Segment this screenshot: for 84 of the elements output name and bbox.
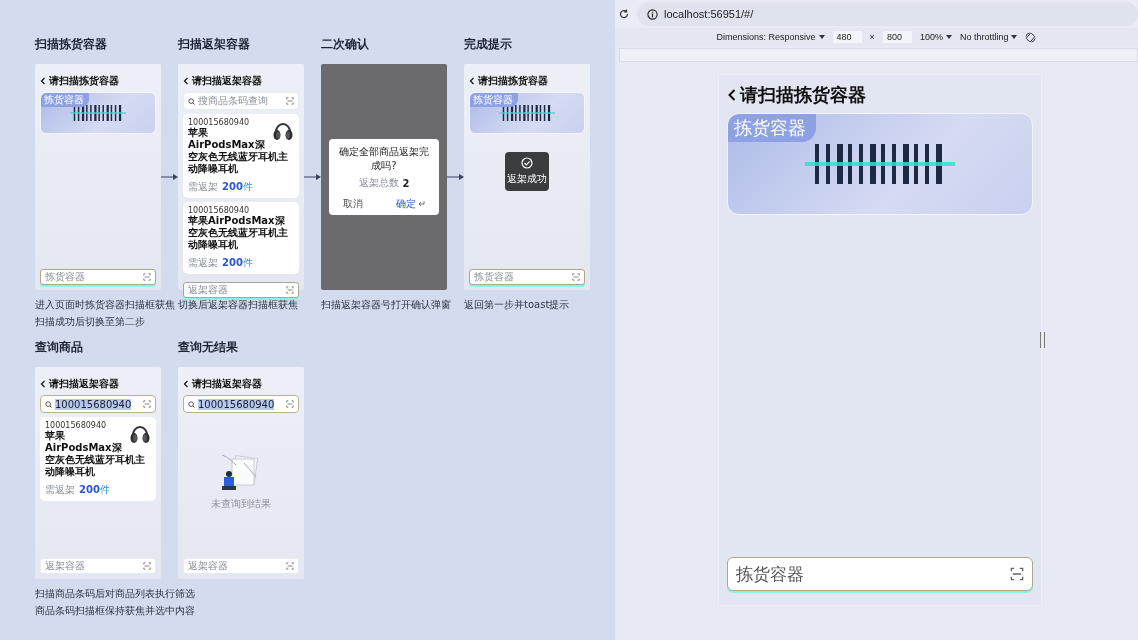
product-card[interactable]: 100015680940 苹果AirPodsMax深空灰色无线蓝牙耳机主动降噪耳机 需返架 200件 (183, 202, 299, 274)
empty-message: 未查询到结果 (211, 497, 271, 511)
back-icon[interactable] (183, 77, 189, 85)
container-input-field[interactable]: 拣货容器 (469, 269, 585, 285)
count-label: 返架总数 (358, 176, 399, 190)
product-code: 100015680940 (188, 118, 251, 127)
product-card[interactable]: 100015680940 苹果AirPodsMax深空灰色无线蓝牙耳机主动降噪耳机 需返架 200件 (40, 417, 156, 501)
rotate-icon[interactable] (1025, 31, 1037, 43)
step-title: 扫描返架容器 (178, 36, 251, 53)
back-icon[interactable] (726, 88, 737, 102)
times-sign: × (869, 32, 875, 42)
page-title: 请扫描拣货容器 (739, 83, 866, 107)
back-icon[interactable] (40, 77, 46, 85)
product-code: 100015680940 (188, 206, 251, 215)
step-title: 查询商品 (35, 339, 84, 356)
scan-icon[interactable] (1009, 567, 1024, 581)
scan-tag: 拣货容器 (41, 93, 89, 107)
container-input-field[interactable]: 返架容器 (40, 558, 156, 574)
step-note: 返回第一步并toast提示 (464, 298, 570, 312)
zoom-dropdown[interactable]: 100% (919, 32, 952, 42)
step-note: 进入页面时拣货容器扫描框获焦 (35, 298, 175, 312)
height-input[interactable]: 800 (882, 31, 912, 43)
search-field[interactable]: 搜商品条码查询 (183, 92, 299, 110)
page-title: 请扫描返架容器 (192, 74, 262, 88)
product-name: 苹果AirPodsMax深空灰色无线蓝牙耳机主动降噪耳机 (45, 430, 146, 478)
search-icon (188, 400, 195, 408)
product-code: 100015680940 (45, 421, 108, 430)
dialog-message: 确定全部商品返架完成吗? (338, 145, 430, 173)
width-input[interactable]: 480 (832, 31, 862, 43)
caret-icon (1011, 35, 1018, 39)
quantity: 200 (79, 484, 100, 495)
caret-icon (818, 35, 825, 39)
confirm-button[interactable]: 确定 (396, 197, 425, 211)
step-title: 二次确认 (321, 36, 370, 53)
scan-tag: 拣货容器 (470, 93, 518, 107)
unit-label: 件 (242, 181, 253, 192)
product-card[interactable]: 100015680940 苹果AirPodsMax深空灰色无线蓝牙耳机主动降噪耳机 需返架 200件 (183, 114, 299, 198)
step-note: 切换后返架容器扫描框获焦 (178, 298, 298, 312)
barcode-drawing (70, 105, 126, 121)
container-input-field[interactable]: 拣货容器 (726, 557, 1033, 591)
scan-tag: 拣货容器 (727, 114, 816, 142)
page-title: 请扫描返架容器 (192, 377, 262, 391)
page-title: 请扫描拣货容器 (478, 74, 548, 88)
search-icon (188, 97, 195, 105)
step-note: 扫描返架容器号打开确认弹窗 (321, 298, 451, 312)
address-bar[interactable]: localhost:56951/#/ (637, 2, 1138, 26)
step-title: 查询无结果 (178, 339, 239, 356)
search-icon (45, 400, 52, 408)
back-icon[interactable] (183, 380, 189, 388)
check-icon (521, 157, 533, 169)
page-title: 请扫描返架容器 (49, 377, 119, 391)
info-icon[interactable] (647, 8, 658, 20)
step-note: 商品条码扫描框保持获焦并选中内容 (35, 604, 195, 618)
step-note: 扫描商品条码后对商品列表执行筛选 (35, 587, 195, 601)
barcode-drawing (499, 105, 555, 121)
enter-icon (418, 201, 425, 207)
product-name: 苹果AirPodsMax深空灰色无线蓝牙耳机主动降噪耳机 (188, 215, 289, 251)
search-field[interactable]: 100015680940 (40, 395, 156, 413)
toast: 返架成功 (505, 152, 549, 191)
throttling-dropdown[interactable]: No throttling (959, 32, 1018, 42)
reload-icon[interactable] (619, 9, 629, 19)
container-input-field[interactable]: 返架容器 (183, 282, 299, 298)
back-icon[interactable] (469, 77, 475, 85)
location-label: 需返架 (45, 484, 75, 495)
search-field[interactable]: 100015680940 (183, 395, 299, 413)
product-name: 苹果AirPodsMax深空灰色无线蓝牙耳机主动降噪耳机 (188, 127, 289, 175)
container-input-field[interactable]: 拣货容器 (40, 269, 156, 285)
step-title: 完成提示 (464, 36, 513, 53)
caret-icon (945, 35, 952, 39)
quantity: 200 (222, 257, 243, 268)
resize-handle[interactable] (1040, 332, 1045, 348)
location-label: 需返架 (188, 181, 218, 192)
back-icon[interactable] (40, 380, 46, 388)
unit-label: 件 (99, 484, 110, 495)
step-note: 扫描成功后切换至第二步 (35, 315, 145, 329)
location-label: 需返架 (188, 257, 218, 268)
step-title: 扫描拣货容器 (35, 36, 108, 53)
count-value: 2 (402, 177, 410, 189)
dimensions-dropdown[interactable]: Dimensions: Responsive (716, 32, 825, 42)
page-title: 请扫描拣货容器 (49, 74, 119, 88)
unit-label: 件 (242, 257, 253, 268)
container-input-field[interactable]: 返架容器 (183, 558, 299, 574)
quantity: 200 (222, 181, 243, 192)
cancel-button[interactable]: 取消 (343, 197, 363, 211)
